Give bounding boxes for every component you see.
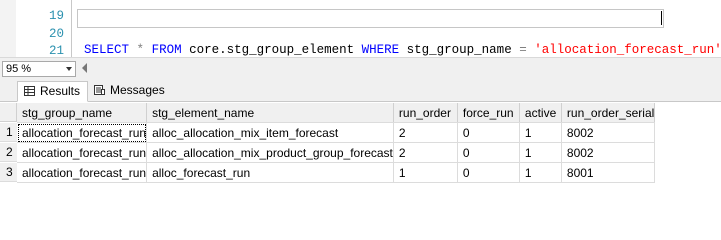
row-number[interactable]: 1 <box>0 123 17 142</box>
editor-line-21: 21 <box>0 27 721 57</box>
table-cell[interactable]: alloc_allocation_mix_product_group_forec… <box>146 142 394 163</box>
table-cell[interactable]: 0 <box>457 162 520 183</box>
table-cell[interactable]: 8002 <box>561 122 656 143</box>
operator-star: * <box>136 43 145 57</box>
chevron-down-icon[interactable] <box>66 67 72 71</box>
keyword-where: WHERE <box>361 43 400 57</box>
table-cell[interactable]: allocation_forecast_run <box>17 162 148 183</box>
column-header[interactable]: force_run <box>457 103 520 123</box>
sql-editor[interactable]: 19 20 SELECT * FROM core.stg_group_eleme… <box>0 0 721 57</box>
table-cell[interactable]: 1 <box>519 142 562 163</box>
table-cell[interactable]: 1 <box>393 162 458 183</box>
grid-icon <box>24 86 35 96</box>
text-caret <box>661 11 662 25</box>
sql-statement[interactable]: SELECT * FROM core.stg_group_element WHE… <box>84 42 721 57</box>
table-cell[interactable]: 8002 <box>561 142 656 163</box>
results-grid[interactable]: 1 2 3 stg_group_name stg_element_name ru… <box>0 102 721 207</box>
messages-icon <box>94 85 105 95</box>
results-tab-bar: Results Messages <box>0 79 721 102</box>
tab-label: Results <box>40 84 81 98</box>
keyword-select: SELECT <box>84 43 130 57</box>
table-row[interactable]: allocation_forecast_run alloc_forecast_r… <box>17 162 656 183</box>
table-cell[interactable]: 1 <box>519 162 562 183</box>
table-row[interactable]: allocation_forecast_run alloc_allocation… <box>17 122 656 143</box>
results-table: stg_group_name stg_element_name run_orde… <box>17 103 656 183</box>
column-header[interactable]: active <box>519 103 562 123</box>
header-row: stg_group_name stg_element_name run_orde… <box>17 103 656 123</box>
column-header[interactable]: run_order_serial <box>561 103 656 123</box>
table-cell[interactable]: 1 <box>519 122 562 143</box>
column-identifier: stg_group_name <box>406 43 512 57</box>
table-row[interactable]: allocation_forecast_run alloc_allocation… <box>17 142 656 163</box>
scroll-left-arrow-icon[interactable] <box>82 63 87 73</box>
row-number[interactable]: 2 <box>0 143 17 162</box>
column-header[interactable]: stg_element_name <box>146 103 394 123</box>
tab-messages[interactable]: Messages <box>88 81 166 100</box>
table-cell[interactable]: 2 <box>393 142 458 163</box>
editor-line-19: 19 <box>0 0 721 23</box>
table-cell[interactable]: allocation_forecast_run <box>17 142 148 163</box>
zoom-select[interactable]: 95 % <box>2 61 76 77</box>
line-number: 21 <box>48 44 64 57</box>
table-identifier: core.stg_group_element <box>189 43 355 57</box>
table-cell[interactable]: alloc_allocation_mix_item_forecast <box>146 122 394 143</box>
table-cell[interactable]: alloc_forecast_run <box>146 162 394 183</box>
table-cell[interactable]: 0 <box>457 142 520 163</box>
table-cell[interactable]: 2 <box>393 122 458 143</box>
column-header[interactable]: stg_group_name <box>17 103 148 123</box>
string-literal: 'allocation_forecast_run' <box>534 43 721 57</box>
editor-line-20[interactable]: 20 SELECT * FROM core.stg_group_element … <box>0 10 721 57</box>
editor-status-bar: 95 % <box>0 57 721 79</box>
grid-corner-cell[interactable] <box>0 103 17 122</box>
row-number[interactable]: 3 <box>0 163 17 182</box>
column-header[interactable]: run_order <box>393 103 458 123</box>
table-cell[interactable]: 8001 <box>561 162 656 183</box>
tab-results[interactable]: Results <box>17 81 88 102</box>
zoom-value: 95 % <box>6 63 32 75</box>
tab-label: Messages <box>110 83 165 97</box>
table-cell[interactable]: 0 <box>457 122 520 143</box>
keyword-from: FROM <box>151 43 182 57</box>
table-cell[interactable]: allocation_forecast_run <box>17 122 148 143</box>
operator-equals: = <box>519 43 527 57</box>
